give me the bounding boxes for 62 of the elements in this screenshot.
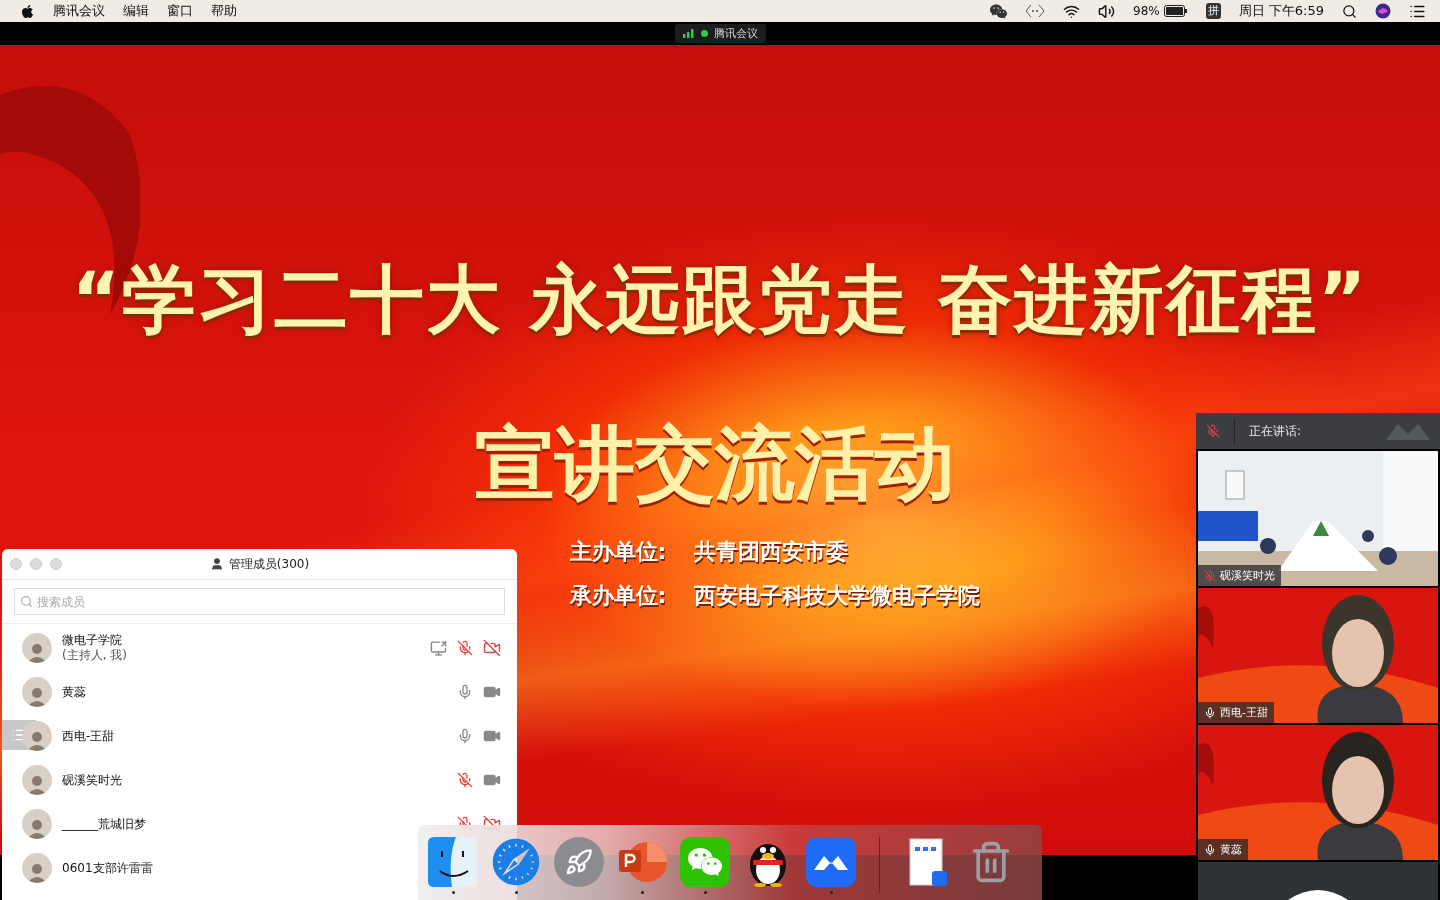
member-role: (主持人, 我) [62,648,128,663]
menu-item[interactable]: 编辑 [123,2,149,20]
avatar [22,765,52,795]
code-brackets-icon[interactable] [1025,4,1045,18]
video-tile[interactable] [1198,862,1438,900]
mic-muted-icon[interactable] [457,640,473,656]
avatar [22,809,52,839]
camera-off-icon[interactable] [483,639,501,657]
mountains-icon[interactable] [806,836,856,887]
battery-percentage: 98% [1133,4,1160,18]
slide-title: “学习二十大 永远跟党走 奋进新征程” [71,255,1369,344]
status-dot [700,30,708,37]
person-icon [209,557,224,571]
mic-muted-icon[interactable] [1204,569,1216,582]
organizer-name: 西安电子科技大学微电子学院 [694,582,981,610]
avatar [22,633,52,663]
mic-muted-icon[interactable] [1206,424,1220,438]
rocket-icon[interactable] [554,836,604,887]
screen-share-icon[interactable] [430,639,447,657]
meeting-title: 腾讯会议 [713,26,758,41]
menu-item[interactable]: 窗口 [167,2,193,20]
organizer-name: 共青团西安市委 [694,538,850,566]
clock[interactable]: 周日 下午6:59 [1238,2,1324,20]
document-icon[interactable] [908,836,948,887]
member-name: 砚溪笑时光 [62,772,123,788]
slide-subtitle: 宣讲交流活动 [475,416,955,512]
search-icon [20,595,33,608]
participant-name: 砚溪笑时光 [1220,568,1275,583]
search-field[interactable]: 搜索成员 [14,588,505,615]
avatar [22,721,52,751]
menu-item[interactable]: 腾讯会议 [53,2,105,20]
mic-icon[interactable] [1204,843,1216,856]
organizer-label: 主办单位: [569,538,667,566]
smiling-face-icon[interactable] [428,836,478,887]
member-name: 西电-王甜 [62,728,116,744]
mic-muted-icon[interactable] [457,772,473,788]
avatar [22,677,52,707]
member-name: ______荒城旧梦 [62,816,147,832]
signal-icon [682,29,695,38]
input-method-indicator[interactable]: 拼 [1205,3,1221,19]
video-tile[interactable]: 西电-王甜 [1198,588,1438,723]
avatar-icon [1288,888,1348,900]
member-name: 黄蕊 [62,684,87,700]
battery-icon[interactable] [1163,5,1188,17]
member-name: 0601支部许雷雷 [62,860,154,876]
speaking-label: 正在讲话: [1249,422,1302,440]
participant-name: 黄蕊 [1220,842,1242,857]
organizer-label: 承办单位: [569,582,667,610]
volume-icon[interactable] [1098,2,1115,20]
video-tile[interactable]: 黄蕊 [1198,725,1438,860]
chat-bubbles-icon[interactable] [990,2,1007,20]
avatar [22,853,52,883]
search-icon[interactable] [1342,3,1357,19]
window-title: 管理成员(300) [228,555,310,573]
menu-item[interactable]: 帮助 [211,2,237,20]
mic-icon[interactable] [1204,706,1216,719]
siri-icon[interactable] [1375,3,1391,19]
member-name: 微电子学院 [62,633,123,648]
participant-name: 西电-王甜 [1220,705,1268,720]
compass-icon[interactable] [492,837,540,886]
apple-icon[interactable] [20,3,35,19]
video-tile[interactable]: 砚溪笑时光 [1198,451,1438,586]
